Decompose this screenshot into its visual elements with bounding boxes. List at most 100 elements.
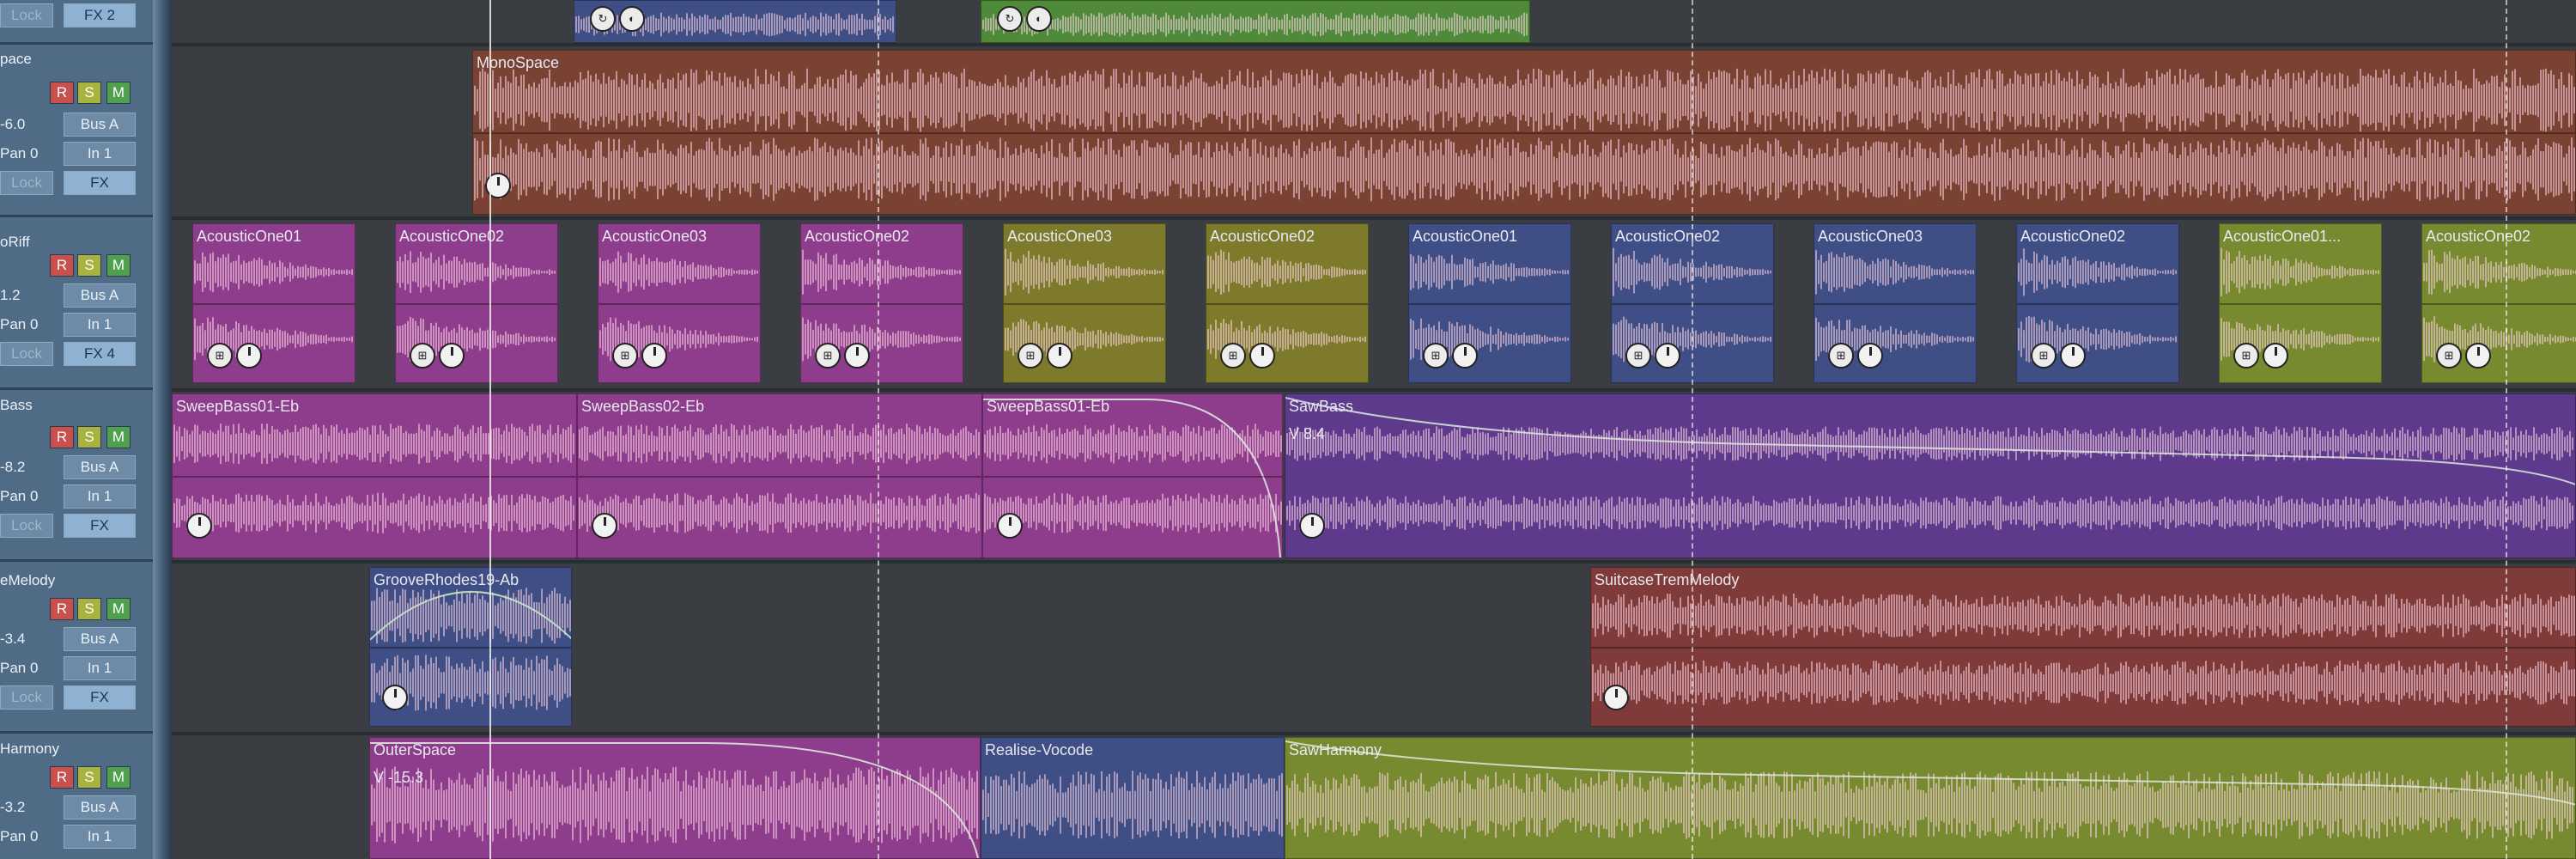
split-icon[interactable]: ⊞ xyxy=(1220,343,1246,369)
fade-knob-icon[interactable] xyxy=(2263,343,2288,369)
clip-acoustic-5[interactable]: AcousticOne03 ⊞ xyxy=(1003,223,1166,383)
mute-button[interactable]: M xyxy=(106,766,131,789)
fx-button[interactable]: FX xyxy=(64,171,136,195)
fade-knob-icon[interactable] xyxy=(439,343,465,369)
pan-value[interactable]: Pan 0 xyxy=(0,656,52,680)
record-button[interactable]: R xyxy=(50,254,74,277)
bus-select[interactable]: Bus A xyxy=(64,113,136,137)
fade-knob-icon[interactable]: ◐ xyxy=(1026,6,1052,32)
fade-knob-icon[interactable] xyxy=(186,513,212,539)
input-select[interactable]: In 1 xyxy=(64,142,136,166)
clip-sweepbass-3[interactable]: SweepBass01-Eb xyxy=(982,393,1283,558)
split-icon[interactable]: ⊞ xyxy=(815,343,841,369)
input-select[interactable]: In 1 xyxy=(64,313,136,337)
clip-acoustic-10[interactable]: AcousticOne02 ⊞ xyxy=(2016,223,2179,383)
pan-value[interactable]: Pan 0 xyxy=(0,825,52,849)
solo-button[interactable]: S xyxy=(77,254,101,277)
fade-knob-icon[interactable] xyxy=(997,513,1023,539)
fade-knob-icon[interactable] xyxy=(641,343,667,369)
clip-outerspace[interactable]: OuterSpace V -15.3 xyxy=(369,737,981,859)
clip-top-blue[interactable]: ↻ ◐ xyxy=(574,0,896,43)
input-select[interactable]: In 1 xyxy=(64,656,136,680)
split-icon[interactable]: ⊞ xyxy=(207,343,233,369)
clip-acoustic-11[interactable]: AcousticOne01... ⊞ xyxy=(2219,223,2382,383)
clip-acoustic-4[interactable]: AcousticOne02 ⊞ xyxy=(800,223,963,383)
pan-value[interactable]: Pan 0 xyxy=(0,142,52,166)
input-select[interactable]: In 1 xyxy=(64,484,136,509)
fade-knob-icon[interactable] xyxy=(844,343,870,369)
solo-button[interactable]: S xyxy=(77,426,101,448)
split-icon[interactable]: ⊞ xyxy=(1018,343,1043,369)
fade-knob-icon[interactable] xyxy=(1857,343,1883,369)
clip-acoustic-1[interactable]: AcousticOne01 ⊞ xyxy=(192,223,355,383)
fx-button[interactable]: FX xyxy=(64,514,136,538)
clip-acoustic-9[interactable]: AcousticOne03 ⊞ xyxy=(1814,223,1977,383)
clip-sawharmony[interactable]: SawHarmony xyxy=(1285,737,2576,859)
timeline-area[interactable]: ↻ ◐ ↻ ◐ MonoSpace AcousticOne01 ⊞ Acoustic… xyxy=(172,0,2576,859)
volume-value[interactable]: -6.0 xyxy=(0,113,52,137)
split-icon[interactable]: ⊞ xyxy=(1625,343,1651,369)
clip-top-green[interactable]: ↻ ◐ xyxy=(981,0,1530,43)
fx-button[interactable]: FX xyxy=(64,685,136,710)
lock-button[interactable]: Lock xyxy=(0,685,53,710)
bus-select[interactable]: Bus A xyxy=(64,795,136,819)
lock-button[interactable]: Lock xyxy=(0,171,53,195)
fade-knob-icon[interactable]: ◐ xyxy=(619,6,645,32)
split-icon[interactable]: ⊞ xyxy=(612,343,638,369)
clip-acoustic-3[interactable]: AcousticOne03 ⊞ xyxy=(598,223,761,383)
record-button[interactable]: R xyxy=(50,426,74,448)
clip-sweepbass-1[interactable]: SweepBass01-Eb xyxy=(172,393,577,558)
volume-value[interactable]: -3.4 xyxy=(0,627,52,651)
clip-sawbass[interactable]: SawBass V 8.4 xyxy=(1285,393,2576,558)
solo-button[interactable]: S xyxy=(77,766,101,789)
fade-knob-icon[interactable] xyxy=(236,343,262,369)
solo-button[interactable]: S xyxy=(77,598,101,620)
clip-acoustic-6[interactable]: AcousticOne02 ⊞ xyxy=(1206,223,1369,383)
fade-knob-icon[interactable] xyxy=(1299,513,1325,539)
mute-button[interactable]: M xyxy=(106,598,131,620)
record-button[interactable]: R xyxy=(50,766,74,789)
mute-button[interactable]: M xyxy=(106,426,131,448)
lock-button[interactable]: Lock xyxy=(0,514,53,538)
fade-knob-icon[interactable] xyxy=(1655,343,1680,369)
fade-knob-icon[interactable] xyxy=(1452,343,1478,369)
fade-knob-icon[interactable] xyxy=(2465,343,2491,369)
clip-acoustic-7[interactable]: AcousticOne01 ⊞ xyxy=(1408,223,1571,383)
fade-knob-icon[interactable] xyxy=(2060,343,2086,369)
fade-knob-icon[interactable] xyxy=(592,513,617,539)
fade-knob-icon[interactable] xyxy=(1249,343,1275,369)
fx-button[interactable]: FX 4 xyxy=(64,342,136,366)
fade-knob-icon[interactable] xyxy=(382,685,408,710)
loop-icon[interactable]: ↻ xyxy=(997,6,1023,32)
bus-select[interactable]: Bus A xyxy=(64,627,136,651)
clip-sweepbass-2[interactable]: SweepBass02-Eb xyxy=(577,393,982,558)
split-icon[interactable]: ⊞ xyxy=(2436,343,2462,369)
clip-suitcasetremmelody[interactable]: SuitcaseTremMelody xyxy=(1590,567,2576,727)
header-splitter[interactable] xyxy=(153,0,172,859)
fade-knob-icon[interactable] xyxy=(1047,343,1072,369)
clip-grooverhodes[interactable]: GrooveRhodes19-Ab xyxy=(369,567,572,727)
volume-value[interactable]: -3.2 xyxy=(0,795,52,819)
split-icon[interactable]: ⊞ xyxy=(2031,343,2057,369)
solo-button[interactable]: S xyxy=(77,82,101,104)
bus-select[interactable]: Bus A xyxy=(64,455,136,479)
fade-knob-icon[interactable] xyxy=(1603,685,1629,710)
split-icon[interactable]: ⊞ xyxy=(410,343,435,369)
input-select[interactable]: In 1 xyxy=(64,825,136,849)
record-button[interactable]: R xyxy=(50,598,74,620)
playhead-cursor[interactable] xyxy=(489,0,491,859)
pan-value[interactable]: Pan 0 xyxy=(0,484,52,509)
loop-icon[interactable]: ↻ xyxy=(590,6,616,32)
mute-button[interactable]: M xyxy=(106,82,131,104)
split-icon[interactable]: ⊞ xyxy=(1423,343,1449,369)
volume-value[interactable]: -8.2 xyxy=(0,455,52,479)
bus-select[interactable]: Bus A xyxy=(64,283,136,308)
volume-value[interactable]: 1.2 xyxy=(0,283,52,308)
record-button[interactable]: R xyxy=(50,82,74,104)
split-icon[interactable]: ⊞ xyxy=(2233,343,2259,369)
fx-button[interactable]: FX 2 xyxy=(64,3,136,27)
clip-acoustic-2[interactable]: AcousticOne02 ⊞ xyxy=(395,223,558,383)
clip-monospace[interactable]: MonoSpace xyxy=(472,50,2576,215)
clip-acoustic-12[interactable]: AcousticOne02 ⊞ xyxy=(2421,223,2576,383)
pan-value[interactable]: Pan 0 xyxy=(0,313,52,337)
